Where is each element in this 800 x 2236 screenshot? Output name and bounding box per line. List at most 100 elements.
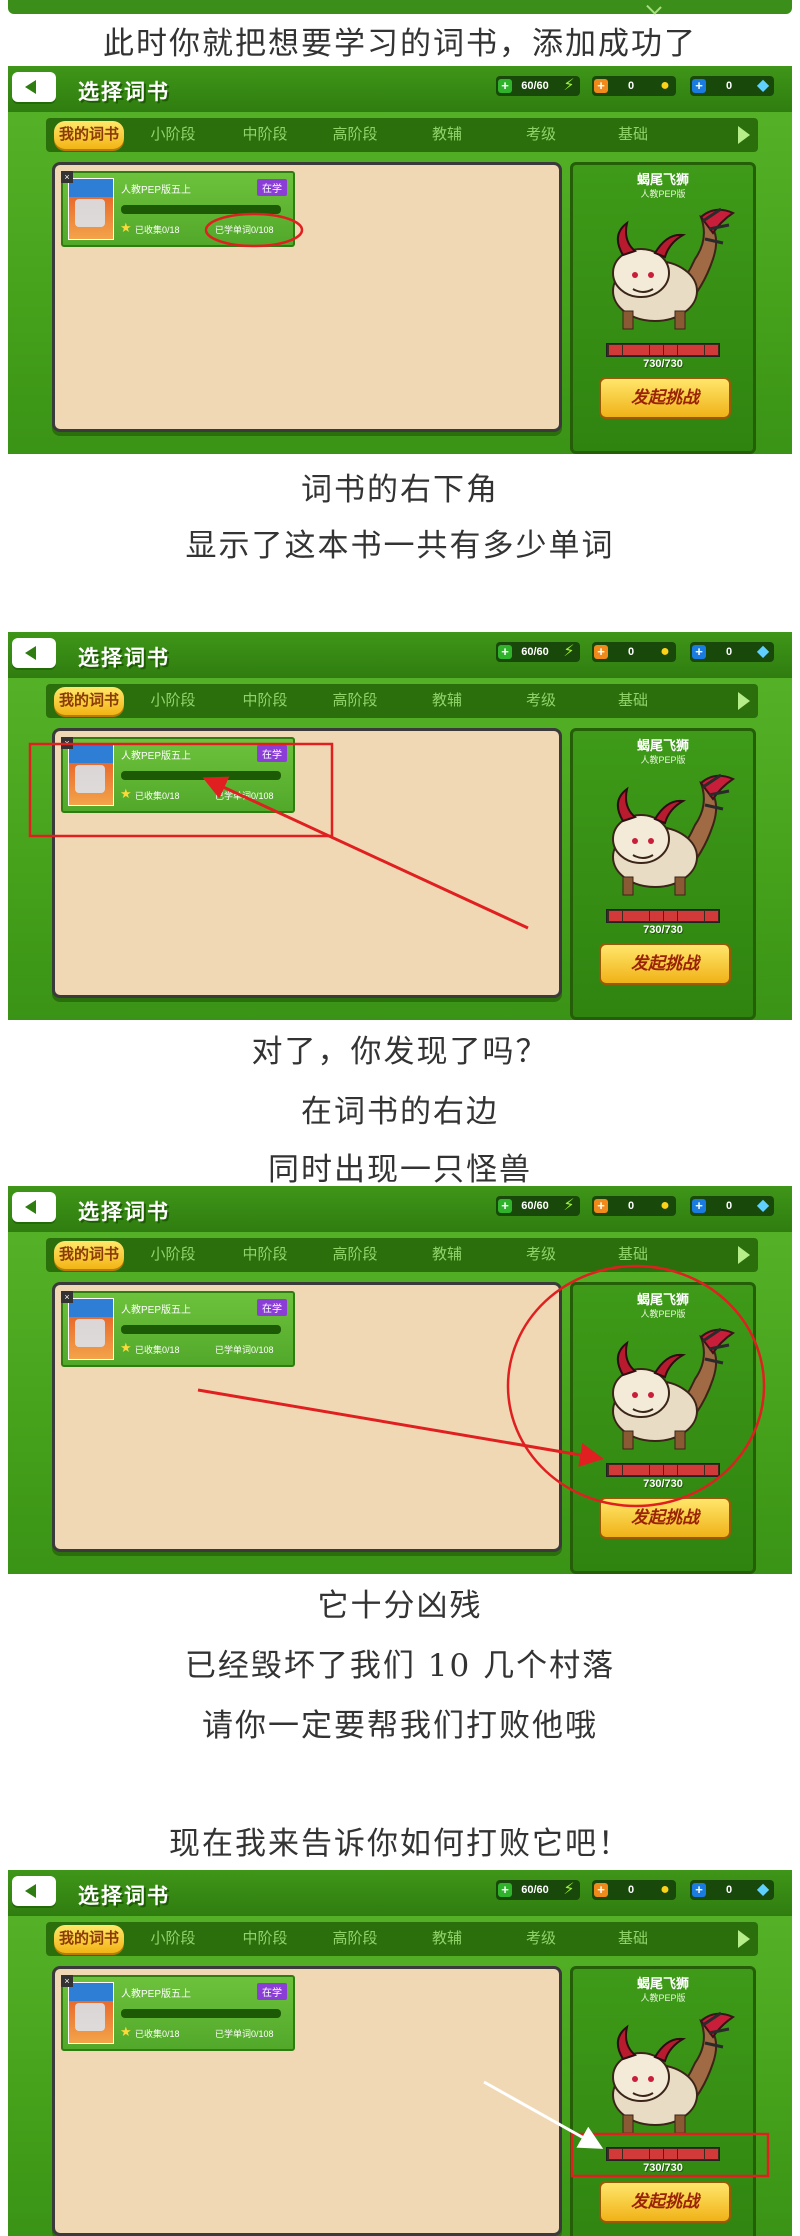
tab-high-stage[interactable]: 高阶段 [320,1928,390,1950]
hp-segment [650,345,664,355]
game-screenshot: 选择词书 + 60/60 ⚡ + 0 ● + 0 ◆ 我的词书 小阶段 中阶段 … [8,1870,792,2236]
hp-segment [663,1465,677,1475]
tab-middle-stage[interactable]: 中阶段 [230,690,300,712]
game-screenshot: 选择词书 + 60/60 ⚡ + 0 ● + 0 ◆ 我的词书 小阶段 中阶段 … [8,66,792,454]
tab-basic[interactable]: 基础 [598,1928,668,1950]
collected-count: 已收集0/18 [135,225,180,235]
coin-resource: + 0 ● [592,642,676,662]
chevron-right-icon[interactable] [738,1246,750,1264]
monster-hp-bar [606,909,720,923]
hp-segment [691,345,705,355]
book-progress-bar [121,205,281,214]
hp-segment [622,1465,636,1475]
monster-name: 蝎尾飞狮 [636,1292,689,1307]
tab-high-stage[interactable]: 高阶段 [320,124,390,146]
remove-book-button[interactable]: × [61,737,73,749]
book-progress-bar [121,771,281,780]
back-button[interactable] [12,1192,56,1222]
remove-book-button[interactable]: × [61,171,73,183]
hp-segment [677,2149,691,2159]
learned-words-count: 已学单词0/108 [215,1345,274,1355]
book-name: 人教PEP版五上 [121,751,192,762]
add-diamond-button[interactable]: + [692,1883,706,1897]
add-coin-button[interactable]: + [594,79,608,93]
add-coin-button[interactable]: + [594,645,608,659]
tab-primary-stage[interactable]: 小阶段 [138,1928,208,1950]
status-badge: 在学 [257,1983,287,2000]
monster-hp-text: 730/730 [643,358,683,370]
add-diamond-button[interactable]: + [692,79,706,93]
previous-screenshot-edge [8,0,792,14]
tab-my-books[interactable]: 我的词书 [54,121,124,149]
hp-segment [650,1465,664,1475]
tab-supplementary[interactable]: 教辅 [412,1928,482,1950]
start-challenge-button[interactable]: 发起挑战 [599,2181,731,2223]
tab-exam[interactable]: 考级 [506,690,576,712]
caption: 此时你就把想要学习的词书，添加成功了 [103,26,697,62]
wordbook-card[interactable]: × 人教PEP版五上 在学 ★ 已收集0/18 已学单词0/108 [61,737,295,813]
tab-exam[interactable]: 考级 [506,1928,576,1950]
status-badge: 在学 [257,745,287,762]
hp-segment [704,1465,718,1475]
tab-supplementary[interactable]: 教辅 [412,690,482,712]
tab-my-books[interactable]: 我的词书 [54,1925,124,1953]
add-energy-button[interactable]: + [498,645,512,659]
hp-segment [609,1465,622,1475]
caption: 现在我来告诉你如何打败它吧！ [169,1826,631,1862]
back-button[interactable] [12,72,56,102]
hp-segment [609,911,622,921]
start-challenge-button[interactable]: 发起挑战 [599,943,731,985]
start-challenge-button[interactable]: 发起挑战 [599,1497,731,1539]
page-title: 选择词书 [78,1201,170,1224]
add-energy-button[interactable]: + [498,79,512,93]
caption: 在词书的右边 [301,1094,499,1130]
book-cover [68,178,114,240]
tab-basic[interactable]: 基础 [598,1244,668,1266]
chevron-right-icon[interactable] [738,1930,750,1948]
back-button[interactable] [12,638,56,668]
wordbook-card[interactable]: × 人教PEP版五上 在学 ★ 已收集0/18 已学单词0/108 [61,1291,295,1367]
book-name: 人教PEP版五上 [121,1305,192,1316]
tab-exam[interactable]: 考级 [506,1244,576,1266]
remove-book-button[interactable]: × [61,1291,73,1303]
add-coin-button[interactable]: + [594,1199,608,1213]
back-button[interactable] [12,1876,56,1906]
tab-high-stage[interactable]: 高阶段 [320,1244,390,1266]
add-energy-button[interactable]: + [498,1883,512,1897]
book-progress-bar [121,2009,281,2018]
chevron-right-icon[interactable] [738,692,750,710]
monster-panel: 蝎尾飞狮 人教PEP版 730/730 发起挑战 [570,728,756,1020]
tab-middle-stage[interactable]: 中阶段 [230,1928,300,1950]
tab-my-books[interactable]: 我的词书 [54,1241,124,1269]
tab-primary-stage[interactable]: 小阶段 [138,1244,208,1266]
remove-book-button[interactable]: × [61,1975,73,1987]
tab-primary-stage[interactable]: 小阶段 [138,124,208,146]
tab-primary-stage[interactable]: 小阶段 [138,690,208,712]
monster-illustration [612,2011,736,2134]
book-list-panel: × 人教PEP版五上 在学 ★ 已收集0/18 已学单词0/108 [52,1966,562,2236]
start-challenge-button[interactable]: 发起挑战 [599,377,731,419]
monster-hp-bar [606,343,720,357]
tab-supplementary[interactable]: 教辅 [412,1244,482,1266]
tab-high-stage[interactable]: 高阶段 [320,690,390,712]
tab-exam[interactable]: 考级 [506,124,576,146]
book-name: 人教PEP版五上 [121,185,192,196]
add-energy-button[interactable]: + [498,1199,512,1213]
tab-supplementary[interactable]: 教辅 [412,124,482,146]
hp-segment [677,345,691,355]
wordbook-card[interactable]: × 人教PEP版五上 在学 ★ 已收集0/18 已学单词0/108 [61,1975,295,2051]
tab-basic[interactable]: 基础 [598,690,668,712]
add-coin-button[interactable]: + [594,1883,608,1897]
add-diamond-button[interactable]: + [692,645,706,659]
wordbook-card[interactable]: × 人教PEP版五上 在学 ★ 已收集0/18 已学单词0/108 [61,171,295,247]
add-diamond-button[interactable]: + [692,1199,706,1213]
tab-basic[interactable]: 基础 [598,124,668,146]
monster-panel: 蝎尾飞狮 人教PEP版 730/730 发起挑战 [570,162,756,454]
coin-icon: ● [660,1881,670,1898]
status-badge: 在学 [257,1299,287,1316]
category-tabs: 我的词书 小阶段 中阶段 高阶段 教辅 考级 基础 [46,684,758,718]
tab-middle-stage[interactable]: 中阶段 [230,1244,300,1266]
chevron-right-icon[interactable] [738,126,750,144]
tab-middle-stage[interactable]: 中阶段 [230,124,300,146]
tab-my-books[interactable]: 我的词书 [54,687,124,715]
